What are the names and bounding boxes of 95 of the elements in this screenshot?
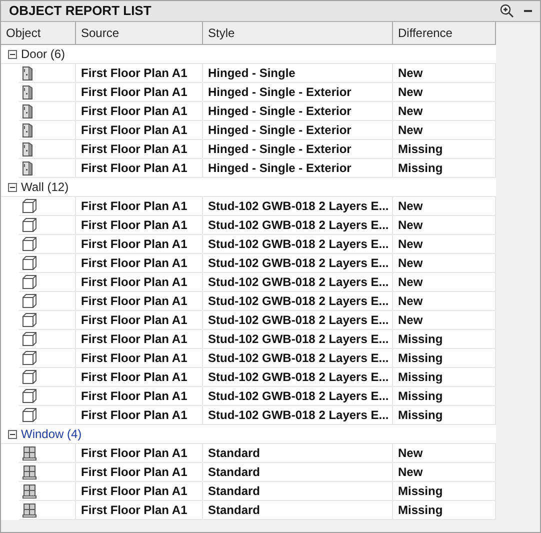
wall-icon <box>22 218 37 232</box>
table-cell: New <box>393 83 496 101</box>
table-cell: New <box>393 463 496 481</box>
table-cell: First Floor Plan A1 <box>76 482 203 500</box>
window-icon <box>22 484 37 498</box>
table-cell: New <box>393 235 496 253</box>
table-cell: First Floor Plan A1 <box>76 102 203 120</box>
table-cell: Stud-102 GWB-018 2 Layers E... <box>203 368 393 386</box>
table-cell: Missing <box>393 349 496 367</box>
table-cell: Standard <box>203 482 393 500</box>
table-cell: First Floor Plan A1 <box>76 444 203 462</box>
table-cell: First Floor Plan A1 <box>76 273 203 291</box>
table-cell: First Floor Plan A1 <box>76 349 203 367</box>
table-cell: Stud-102 GWB-018 2 Layers E... <box>203 292 393 310</box>
table-cell: First Floor Plan A1 <box>76 235 203 253</box>
table-cell: Missing <box>393 406 496 424</box>
table-cell: Stud-102 GWB-018 2 Layers E... <box>203 406 393 424</box>
table-cell: First Floor Plan A1 <box>76 159 203 177</box>
table-cell: Missing <box>393 482 496 500</box>
column-header[interactable]: Object <box>1 22 76 44</box>
table-cell: Stud-102 GWB-018 2 Layers E... <box>203 387 393 405</box>
table-cell: Stud-102 GWB-018 2 Layers E... <box>203 235 393 253</box>
table-cell: New <box>393 444 496 462</box>
table-cell: First Floor Plan A1 <box>76 140 203 158</box>
table-cell: Stud-102 GWB-018 2 Layers E... <box>203 216 393 234</box>
wall-icon <box>22 351 37 365</box>
wall-icon <box>22 370 37 384</box>
table-cell: First Floor Plan A1 <box>76 501 203 519</box>
table-cell: Stud-102 GWB-018 2 Layers E... <box>203 330 393 348</box>
table-cell: Stud-102 GWB-018 2 Layers E... <box>203 349 393 367</box>
column-header[interactable]: Difference <box>393 22 496 44</box>
wall-icon <box>22 256 37 270</box>
wall-icon <box>22 389 37 403</box>
minimize-icon[interactable] <box>524 10 532 12</box>
table-cell: First Floor Plan A1 <box>76 254 203 272</box>
table-cell: New <box>393 64 496 82</box>
window-icon <box>22 464 37 480</box>
wall-icon <box>22 313 37 327</box>
table-cell: Missing <box>393 368 496 386</box>
table-cell: Stud-102 GWB-018 2 Layers E... <box>203 311 393 329</box>
table-cell: First Floor Plan A1 <box>76 121 203 139</box>
table-cell: New <box>393 197 496 215</box>
panel-title: OBJECT REPORT LIST <box>9 2 152 20</box>
table-cell: New <box>393 273 496 291</box>
table-cell: First Floor Plan A1 <box>76 83 203 101</box>
table-cell: New <box>393 121 496 139</box>
table-cell: First Floor Plan A1 <box>76 311 203 329</box>
collapse-toggle[interactable] <box>8 50 17 58</box>
table-cell: First Floor Plan A1 <box>76 368 203 386</box>
table-cell: Missing <box>393 501 496 519</box>
table-cell: Hinged - Single - Exterior <box>203 121 393 139</box>
collapse-toggle[interactable] <box>8 430 17 438</box>
table-cell: Missing <box>393 330 496 348</box>
table-cell: Standard <box>203 444 393 462</box>
table-cell: First Floor Plan A1 <box>76 330 203 348</box>
collapse-toggle[interactable] <box>8 182 17 192</box>
table-cell: Hinged - Single - Exterior <box>203 159 393 177</box>
table-cell: First Floor Plan A1 <box>76 406 203 424</box>
table-cell: Stud-102 GWB-018 2 Layers E... <box>203 254 393 272</box>
table-cell: First Floor Plan A1 <box>76 292 203 310</box>
group-label[interactable]: Wall (12) <box>21 178 69 196</box>
table-cell: Missing <box>393 387 496 405</box>
table-cell: Standard <box>203 501 393 519</box>
table-cell: New <box>393 292 496 310</box>
table-cell: First Floor Plan A1 <box>76 216 203 234</box>
wall-icon <box>22 332 37 346</box>
group-label[interactable]: Window (4) <box>21 425 82 443</box>
group-label[interactable]: Door (6) <box>21 45 66 63</box>
table-cell: Missing <box>393 140 496 158</box>
table-cell: New <box>393 102 496 120</box>
wall-icon <box>22 237 37 251</box>
table-cell: New <box>393 254 496 272</box>
table-cell: First Floor Plan A1 <box>76 197 203 215</box>
wall-icon <box>22 199 37 213</box>
table-cell: Hinged - Single - Exterior <box>203 83 393 101</box>
window-icon <box>22 446 37 460</box>
column-header[interactable]: Source <box>76 22 203 44</box>
table-cell: First Floor Plan A1 <box>76 463 203 481</box>
column-header[interactable]: Style <box>203 22 393 44</box>
table-cell: Hinged - Single - Exterior <box>203 140 393 158</box>
wall-icon <box>22 275 37 289</box>
wall-icon <box>22 294 37 308</box>
table-cell: First Floor Plan A1 <box>76 387 203 405</box>
table-cell: Missing <box>393 159 496 177</box>
table-cell: Standard <box>203 463 393 481</box>
zoom-in-icon[interactable] <box>500 4 514 18</box>
table-cell: New <box>393 311 496 329</box>
table-cell: Hinged - Single <box>203 64 393 82</box>
table-cell: Hinged - Single - Exterior <box>203 102 393 120</box>
table-cell: Stud-102 GWB-018 2 Layers E... <box>203 273 393 291</box>
wall-icon <box>22 408 37 422</box>
window-icon <box>22 502 37 518</box>
table-cell: First Floor Plan A1 <box>76 64 203 82</box>
table-cell: Stud-102 GWB-018 2 Layers E... <box>203 197 393 215</box>
table-cell: New <box>393 216 496 234</box>
